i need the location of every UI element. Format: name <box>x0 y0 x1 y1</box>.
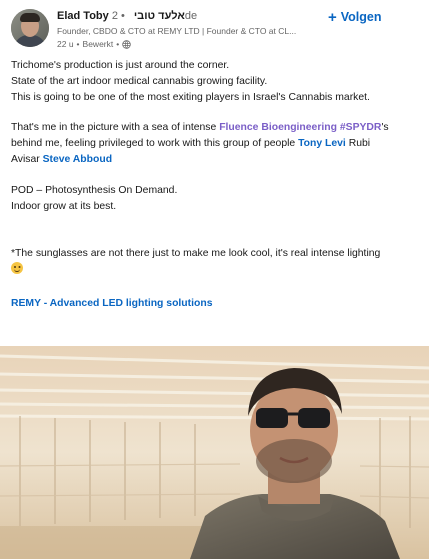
company-link[interactable]: REMY - Advanced LED lighting solutions <box>11 298 212 309</box>
mention-tony-levi[interactable]: Tony Levi <box>298 138 346 149</box>
post-image[interactable] <box>0 346 429 559</box>
follow-button[interactable]: + Volgen <box>328 7 382 27</box>
globe-icon <box>122 39 131 49</box>
post-body: Trichome's production is just around the… <box>11 58 421 278</box>
author-name-hebrew[interactable]: אלעד טובי <box>134 10 185 22</box>
post-text-fragment: That's me in the picture with a sea of i… <box>11 122 220 134</box>
post-text-fragment: Avisar <box>11 153 43 165</box>
post-text-line: Trichome's production is just around the… <box>11 60 230 71</box>
author-name-line: Elad Toby אלעד טובי •2de <box>57 10 197 22</box>
separator-dot: • <box>120 10 125 22</box>
post-text-paragraph: That's me in the picture with a sea of i… <box>11 120 421 136</box>
author-name[interactable]: Elad Toby <box>57 10 109 22</box>
post-text-fragment: behind me, feeling privileged to work wi… <box>11 138 299 150</box>
post-text-line: POD – Photosynthesis On Demand. <box>11 184 178 196</box>
mention-steve-abboud[interactable]: Steve Abboud <box>43 154 112 165</box>
post-text-line: Indoor grow at its best. <box>11 200 117 212</box>
post-time: 22 u <box>57 39 74 49</box>
post-text-fragment: Rubi <box>345 138 371 150</box>
follow-label: Volgen <box>340 10 382 24</box>
mention-fluence[interactable]: Fluence Bioengineering <box>219 122 337 133</box>
post-meta: 22 u • Bewerkt • <box>57 39 131 49</box>
plus-icon: + <box>328 8 337 26</box>
smiling-face-emoji-icon <box>11 262 23 275</box>
post-text-paragraph: behind me, feeling privileged to work wi… <box>11 136 421 152</box>
edited-label: Bewerkt <box>82 39 114 49</box>
post-header: Elad Toby אלעד טובי •2de Founder, CBDO &… <box>0 0 429 56</box>
post-text-line: *The sunglasses are not there just to ma… <box>11 248 381 260</box>
post-text-line <box>11 262 421 278</box>
post-text-line: State of the art indoor medical cannabis… <box>11 75 268 87</box>
company-link-text[interactable]: REMY - Advanced LED lighting solutions <box>11 298 212 309</box>
post-text-paragraph: Avisar Steve Abboud <box>11 152 421 168</box>
author-avatar[interactable] <box>11 9 49 47</box>
hashtag-spydr[interactable]: #SPYDR <box>340 122 382 133</box>
separator-dot: • <box>116 39 120 49</box>
separator-dot: • <box>76 39 80 49</box>
author-headline: Founder, CBDO & CTO at REMY LTD | Founde… <box>57 26 297 36</box>
post-text-fragment: 's <box>381 122 389 134</box>
post-text-line: This is going to be one of the most exit… <box>11 91 370 103</box>
post-photo-illustration <box>0 346 429 559</box>
